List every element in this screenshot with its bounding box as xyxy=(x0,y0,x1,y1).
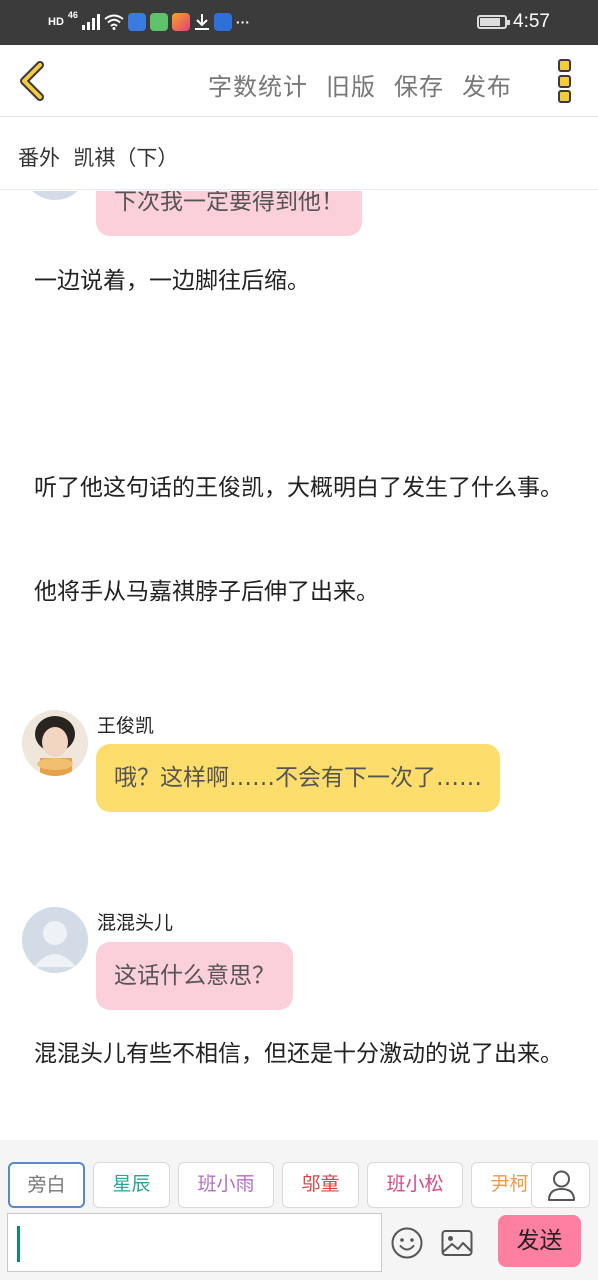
image-icon xyxy=(441,1230,473,1256)
character-chip[interactable]: 邬童 xyxy=(282,1162,359,1208)
narration-text[interactable]: 他将手从马嘉祺脖子后伸了出来。 xyxy=(34,576,574,609)
green-app-icon xyxy=(149,13,168,31)
message-bubble[interactable]: 这话什么意思？ xyxy=(96,942,293,1010)
save-button[interactable]: 保存 xyxy=(394,67,444,102)
image-button[interactable] xyxy=(440,1226,474,1260)
avatar[interactable] xyxy=(22,907,88,973)
menu-dot xyxy=(557,59,571,72)
avatar[interactable] xyxy=(22,710,88,776)
narration-text[interactable]: 一边说着，一边脚往后缩。 xyxy=(34,265,574,298)
emoji-icon xyxy=(391,1227,423,1259)
character-selector: 旁白 星辰 班小雨 邬童 班小松 尹柯 xyxy=(0,1162,532,1210)
send-button[interactable]: 发送 xyxy=(498,1215,581,1267)
battery-icon xyxy=(477,15,511,29)
composer-area: 旁白 星辰 班小雨 邬童 班小松 尹柯 发送 xyxy=(0,1140,598,1280)
signal-label: 46 xyxy=(67,10,78,20)
character-chip[interactable]: 旁白 xyxy=(8,1162,85,1208)
character-chip[interactable]: 班小雨 xyxy=(178,1162,274,1208)
add-character-button[interactable] xyxy=(531,1162,590,1208)
chapter-title[interactable]: 番外 凯祺（下） xyxy=(18,142,178,172)
video-app-icon xyxy=(171,13,190,31)
speaker-name: 混混头儿 xyxy=(97,912,174,934)
back-button[interactable] xyxy=(14,61,50,101)
top-bar: 字数统计 旧版 保存 发布 xyxy=(0,45,598,117)
default-avatar-icon xyxy=(34,921,76,967)
download-icon xyxy=(194,14,209,30)
character-chip[interactable]: 尹柯 xyxy=(471,1162,532,1208)
battery-level xyxy=(480,18,501,26)
network-type: HD xyxy=(48,16,64,28)
character-chip[interactable]: 班小松 xyxy=(367,1162,463,1208)
person-icon xyxy=(548,1170,575,1201)
avatar[interactable] xyxy=(22,191,88,200)
more-notifications: ··· xyxy=(235,14,250,30)
status-icons-left: HD 46 ··· xyxy=(48,10,250,34)
more-vertical-icon[interactable] xyxy=(550,57,578,105)
narration-text[interactable]: 混混头儿有些不相信，但还是十分激动的说了出来。 xyxy=(34,1038,574,1071)
chapter-bar: 番外 凯祺（下） xyxy=(0,118,598,190)
chevron-left-icon xyxy=(20,61,44,101)
menu-dot xyxy=(557,90,571,103)
menu-dot xyxy=(557,74,571,88)
speaker-name: 王俊凯 xyxy=(97,715,155,737)
character-chip[interactable]: 星辰 xyxy=(93,1162,170,1208)
blue-app-icon xyxy=(127,13,146,31)
wifi-icon xyxy=(104,14,124,30)
wifi-hotspot-icon xyxy=(213,13,232,31)
signal-icon xyxy=(81,14,100,30)
story-content[interactable]: 下次我一定要得到他！ 一边说着，一边脚往后缩。 听了他这句话的王俊凯，大概明白了… xyxy=(0,191,598,1140)
narration-text[interactable]: 听了他这句话的王俊凯，大概明白了发生了什么事。 xyxy=(34,472,574,505)
word-count-button[interactable]: 字数统计 xyxy=(208,67,308,102)
old-version-button[interactable]: 旧版 xyxy=(326,67,376,102)
status-bar: HD 46 ··· 4:57 xyxy=(0,0,598,45)
avatar-photo xyxy=(22,710,88,776)
clock: 4:57 xyxy=(513,11,550,32)
status-icons-right: 4:57 xyxy=(477,10,550,34)
emoji-button[interactable] xyxy=(390,1226,424,1260)
message-input[interactable] xyxy=(7,1213,382,1272)
text-caret xyxy=(17,1226,20,1262)
publish-button[interactable]: 发布 xyxy=(462,67,512,102)
message-bubble[interactable]: 下次我一定要得到他！ xyxy=(96,191,362,236)
toolbar-actions: 字数统计 旧版 保存 发布 xyxy=(208,67,512,102)
message-bubble[interactable]: 哦？这样啊……不会有下一次了…… xyxy=(96,744,500,812)
